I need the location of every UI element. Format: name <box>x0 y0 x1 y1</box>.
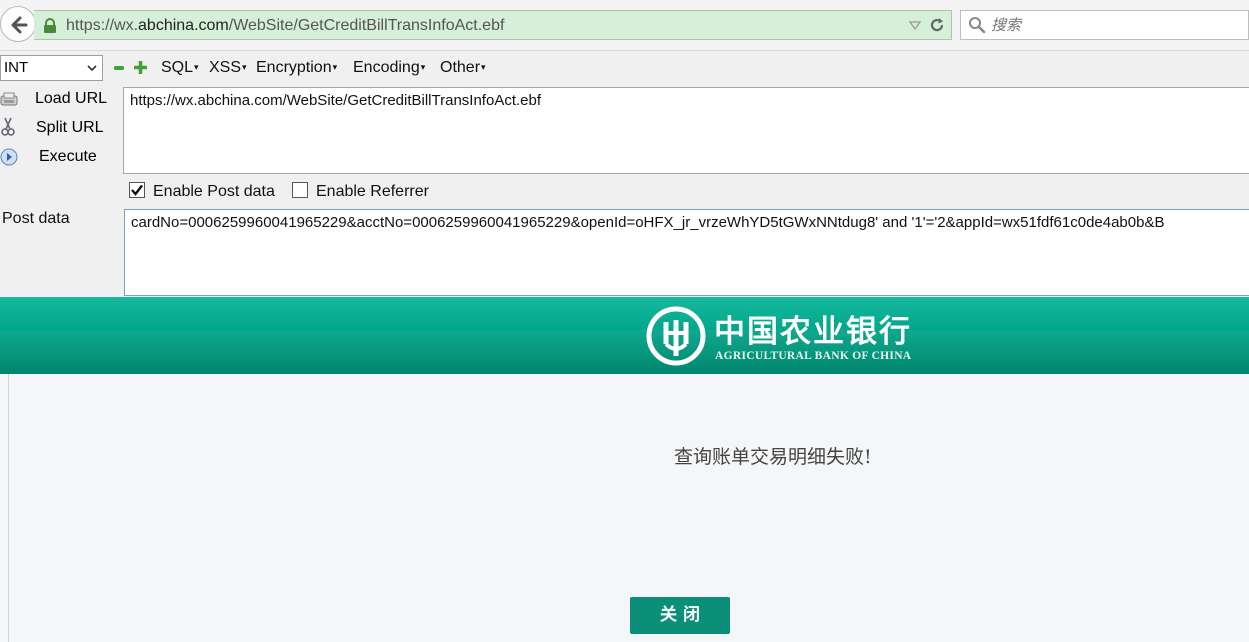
bank-name-cn: 中国农业银行 <box>714 314 912 350</box>
menu-caret-icon: ▾ <box>242 62 247 72</box>
lock-icon <box>44 18 56 33</box>
content-divider <box>8 374 9 642</box>
menu-encoding[interactable]: Encoding▾ <box>353 59 425 77</box>
menu-other[interactable]: Other▾ <box>440 59 486 77</box>
search-input[interactable] <box>991 15 1241 35</box>
search-bar[interactable] <box>960 10 1249 40</box>
checkbox-checked-icon <box>129 182 145 198</box>
address-bar[interactable]: https://wx.abchina.com/WebSite/GetCredit… <box>34 10 952 40</box>
search-icon <box>969 17 986 34</box>
menu-other-label: Other <box>440 59 481 76</box>
menu-caret-icon: ▾ <box>420 62 426 72</box>
history-dropdown-icon[interactable] <box>909 19 921 31</box>
menu-caret-icon: ▾ <box>194 62 199 72</box>
url-text: https://wx.abchina.com/WebSite/GetCredit… <box>66 17 504 35</box>
scissors-icon <box>1 117 15 136</box>
chevron-down-icon <box>87 65 97 72</box>
url-prefix: https://wx. <box>66 17 139 34</box>
enable-post-checkbox[interactable]: Enable Post data <box>129 182 275 201</box>
load-url-icon <box>0 92 18 106</box>
menu-encryption[interactable]: Encryption▾ <box>256 59 337 77</box>
abc-logo-icon <box>646 306 706 366</box>
menu-xss-label: XSS <box>209 59 242 76</box>
url-textarea[interactable]: https://wx.abchina.com/WebSite/GetCredit… <box>123 87 1249 174</box>
url-path: /WebSite/GetCreditBillTransInfoAct.ebf <box>228 17 505 34</box>
bank-name-en: AGRICULTURAL BANK OF CHINA <box>715 350 912 362</box>
split-url-button[interactable]: Split URL <box>0 116 118 142</box>
post-data-textarea[interactable]: cardNo=0006259960041965229&acctNo=000625… <box>124 209 1249 296</box>
error-message: 查询账单交易明细失败! <box>674 446 872 468</box>
menu-sql-label: SQL <box>161 59 194 76</box>
split-url-label: Split URL <box>36 119 104 136</box>
type-select[interactable]: INT <box>0 55 103 81</box>
reload-icon[interactable] <box>929 17 945 33</box>
menu-caret-icon: ▾ <box>332 62 338 72</box>
menu-encoding-label: Encoding <box>353 59 420 76</box>
menu-caret-icon: ▾ <box>481 62 486 72</box>
back-arrow-icon <box>11 16 28 34</box>
bank-content: 查询账单交易明细失败! 关闭 <box>0 374 1249 642</box>
execute-label: Execute <box>39 148 97 165</box>
type-select-value: INT <box>4 59 29 76</box>
bank-header: 中国农业银行 AGRICULTURAL BANK OF CHINA <box>0 297 1249 374</box>
enable-post-label: Enable Post data <box>153 183 275 200</box>
checkbox-unchecked-icon <box>292 182 308 198</box>
browser-toolbar: https://wx.abchina.com/WebSite/GetCredit… <box>0 0 1249 50</box>
load-url-label: Load URL <box>35 90 108 107</box>
close-button[interactable]: 关闭 <box>630 597 730 634</box>
load-url-button[interactable]: Load URL <box>0 87 118 113</box>
post-data-label: Post data <box>2 210 70 227</box>
back-button[interactable] <box>0 6 36 42</box>
menu-sql[interactable]: SQL▾ <box>161 59 199 77</box>
menu-xss[interactable]: XSS▾ <box>209 59 247 77</box>
url-domain: abchina.com <box>138 17 229 34</box>
enable-referrer-label: Enable Referrer <box>316 183 429 200</box>
menu-encryption-label: Encryption <box>256 59 332 76</box>
decrease-icon[interactable] <box>113 63 125 73</box>
play-icon <box>0 148 18 166</box>
hackbar-panel: INT SQL▾ XSS▾ Encryption▾ Encoding▾ Othe… <box>0 50 1249 297</box>
execute-button[interactable]: Execute <box>0 145 118 171</box>
enable-referrer-checkbox[interactable]: Enable Referrer <box>292 182 429 201</box>
increase-icon[interactable] <box>134 61 147 74</box>
header-band <box>0 330 1249 374</box>
